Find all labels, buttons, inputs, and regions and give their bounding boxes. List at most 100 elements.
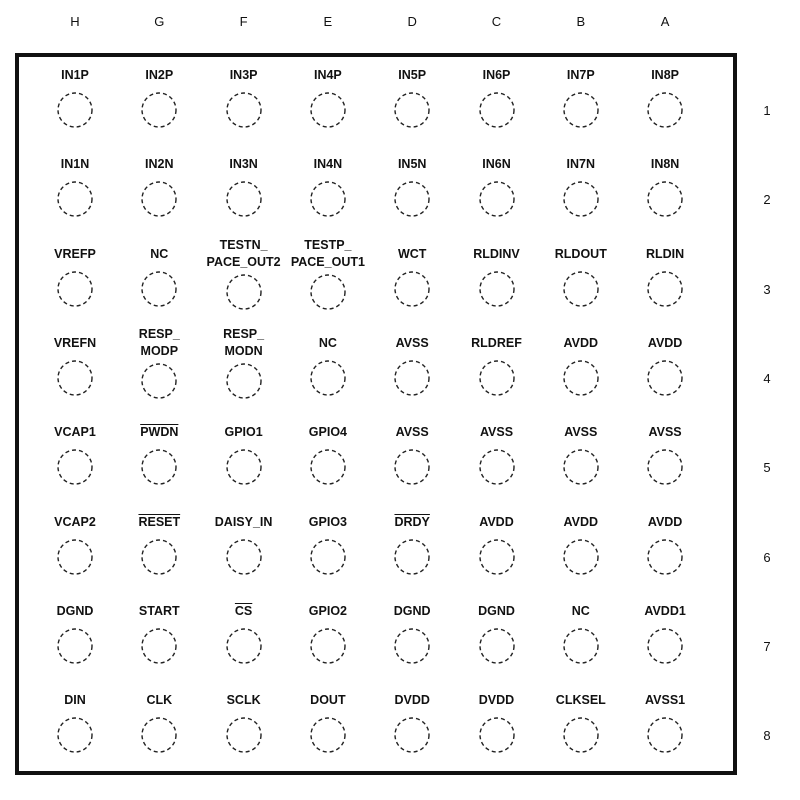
pin-name: WCT [397, 246, 427, 261]
pin-c2: IN6N [449, 156, 545, 218]
pin-f8: SCLK [196, 692, 292, 754]
pin-h8: DIN [27, 692, 123, 754]
solder-ball-icon [478, 270, 516, 308]
pin-a6: AVDD [617, 514, 713, 576]
solder-ball-icon [646, 716, 684, 754]
solder-ball-icon [646, 448, 684, 486]
solder-ball-icon [140, 716, 178, 754]
solder-ball-icon [646, 91, 684, 129]
pin-c8: DVDD [449, 692, 545, 754]
pin-name: AVSS [395, 335, 429, 350]
solder-ball-icon [56, 538, 94, 576]
pin-name: IN8N [650, 157, 680, 172]
pin-name: DOUT [310, 693, 346, 708]
pin-h6: VCAP2 [27, 514, 123, 576]
pin-h1: IN1P [27, 67, 123, 129]
solder-ball-icon [56, 270, 94, 308]
pin-d4: AVSS [364, 335, 460, 397]
pin-name: TESTN_ PACE_OUT2 [206, 237, 281, 269]
pin-name: AVSS [395, 425, 429, 440]
pin-name: CS [234, 603, 253, 618]
solder-ball-icon [309, 273, 347, 311]
column-label-f: F [239, 14, 248, 29]
pin-h7: DGND [27, 603, 123, 665]
pin-name: START [138, 603, 180, 618]
pin-h5: VCAP1 [27, 424, 123, 486]
pin-name: SCLK [226, 693, 261, 708]
pin-e3: TESTP_ PACE_OUT1 [280, 237, 376, 311]
pin-name: IN6N [482, 157, 511, 172]
pin-h2: IN1N [27, 156, 123, 218]
solder-ball-icon [140, 448, 178, 486]
solder-ball-icon [478, 538, 516, 576]
row-label-4: 4 [763, 370, 771, 386]
pin-name: CLK [146, 693, 173, 708]
pin-name: DIN [64, 693, 86, 708]
solder-ball-icon [478, 716, 516, 754]
column-label-g: G [154, 14, 165, 29]
pin-name: IN6P [482, 68, 511, 82]
pin-name: RLDINV [473, 246, 520, 261]
solder-ball-icon [393, 270, 431, 308]
solder-ball-icon [225, 538, 263, 576]
pin-name: NC [571, 603, 590, 618]
solder-ball-icon [140, 538, 178, 576]
solder-ball-icon [140, 362, 178, 400]
solder-ball-icon [562, 627, 600, 665]
solder-ball-icon [140, 180, 178, 218]
solder-ball-icon [393, 359, 431, 397]
pin-name: GPIO1 [224, 425, 263, 440]
column-label-e: E [323, 14, 333, 29]
solder-ball-icon [478, 359, 516, 397]
pin-name: DVDD [478, 693, 515, 708]
pin-b1: IN7P [533, 67, 629, 129]
pin-e1: IN4P [280, 67, 376, 129]
solder-ball-icon [309, 538, 347, 576]
pin-name: DGND [478, 603, 515, 618]
pin-c7: DGND [449, 603, 545, 665]
solder-ball-icon [309, 91, 347, 129]
pin-name: AVSS [648, 425, 682, 440]
solder-ball-icon [140, 91, 178, 129]
pin-name: AVDD [647, 335, 683, 350]
pin-name: DVDD [394, 693, 430, 708]
pin-c3: RLDINV [449, 246, 545, 308]
row-label-6: 6 [763, 549, 771, 565]
pin-name: GPIO4 [308, 425, 347, 440]
pin-name: IN3P [229, 68, 258, 82]
pin-name: DGND [393, 603, 431, 618]
package-outline: IN1P IN2P IN3P IN4P IN5P IN6P IN7P IN8P IN1N IN2N… [15, 53, 737, 775]
solder-ball-icon [562, 91, 600, 129]
pin-name: GPIO2 [308, 603, 347, 618]
pin-name: DRDY [394, 514, 430, 529]
solder-ball-icon [478, 91, 516, 129]
row-label-3: 3 [763, 281, 771, 297]
solder-ball-icon [478, 627, 516, 665]
pin-d5: AVSS [364, 424, 460, 486]
pin-name: VCAP2 [54, 514, 96, 529]
pin-c4: RLDREF [449, 335, 545, 397]
solder-ball-icon [225, 180, 263, 218]
pin-name: RESP_ MODN [223, 326, 265, 358]
row-label-7: 7 [763, 638, 771, 654]
pin-c5: AVSS [449, 424, 545, 486]
solder-ball-icon [309, 448, 347, 486]
solder-ball-icon [646, 627, 684, 665]
pin-b7: NC [533, 603, 629, 665]
pin-f3: TESTN_ PACE_OUT2 [196, 237, 292, 311]
pin-name: AVSS [479, 425, 514, 440]
pin-a5: AVSS [617, 424, 713, 486]
pin-name: CLKSEL [555, 693, 606, 708]
pin-c6: AVDD [449, 514, 545, 576]
solder-ball-icon [309, 180, 347, 218]
pin-b5: AVSS [533, 424, 629, 486]
pin-d2: IN5N [364, 156, 460, 218]
pin-name: IN5N [397, 157, 427, 172]
solder-ball-icon [562, 538, 600, 576]
pin-d7: DGND [364, 603, 460, 665]
pin-b2: IN7N [533, 156, 629, 218]
solder-ball-icon [646, 180, 684, 218]
pin-name: AVDD [563, 335, 599, 350]
solder-ball-icon [562, 716, 600, 754]
pin-a7: AVDD1 [617, 603, 713, 665]
